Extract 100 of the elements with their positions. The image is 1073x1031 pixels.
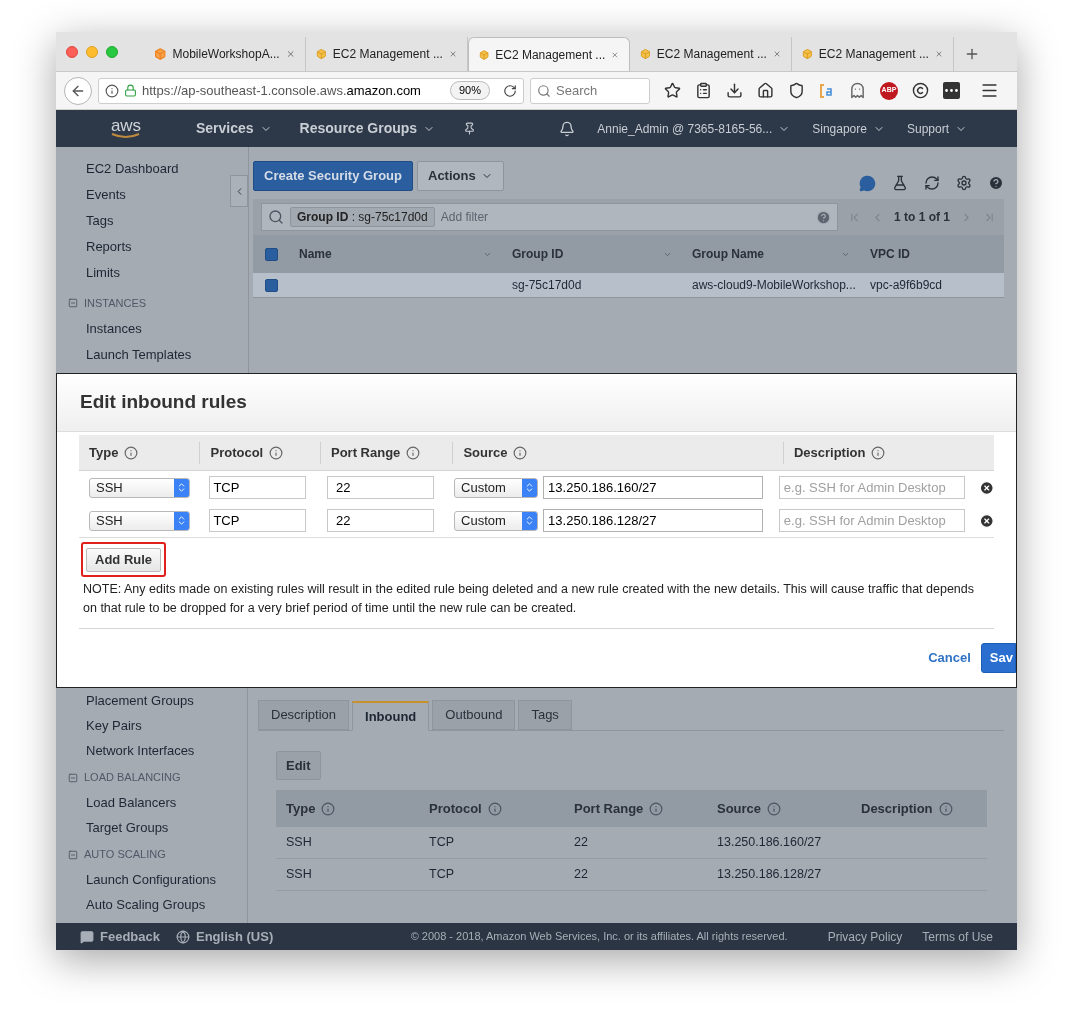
sidebar-link[interactable]: Auto Scaling Groups [86, 894, 206, 915]
close-tab-icon[interactable] [934, 48, 943, 60]
info-icon[interactable] [321, 801, 336, 816]
reload-icon[interactable] [503, 83, 517, 98]
feedback-link[interactable]: Feedback [100, 926, 160, 947]
sidebar-link[interactable]: Instances [86, 319, 142, 339]
c-circle-icon[interactable] [912, 82, 929, 99]
footer-link[interactable]: Privacy Policy [827, 927, 903, 946]
details-tab[interactable]: Description [258, 700, 350, 730]
sidebar-link[interactable]: Limits [86, 263, 120, 283]
flask-icon[interactable] [892, 175, 908, 191]
search-field[interactable]: Search [530, 77, 650, 104]
actions-button[interactable]: Actions [417, 161, 504, 191]
settings-icon[interactable] [956, 175, 972, 191]
browser-tab[interactable]: MobileWorkshopA... [144, 37, 306, 71]
reading-list-icon[interactable] [695, 82, 712, 99]
menu-icon[interactable] [980, 81, 999, 100]
info-icon[interactable] [871, 445, 886, 460]
save-button[interactable]: Sav [980, 642, 1016, 673]
aws-logo[interactable]: aws [110, 118, 142, 139]
collapse-icon[interactable] [68, 849, 78, 860]
sidebar-link[interactable]: EC2 Dashboard [86, 159, 179, 179]
table-row[interactable]: sg-75c17d0d aws-cloud9-MobileWorkshop... vpc-a9f6b9cd [253, 273, 1004, 298]
add-rule-button[interactable]: Add Rule [86, 547, 162, 572]
sidebar-link[interactable]: Key Pairs [86, 715, 142, 736]
info-icon[interactable] [513, 445, 528, 460]
new-tab-icon[interactable] [964, 46, 980, 62]
chat-icon[interactable] [859, 174, 876, 192]
details-tab[interactable]: Tags [518, 700, 572, 730]
footer-link[interactable]: Terms of Use [922, 927, 993, 946]
help-icon[interactable] [988, 175, 1004, 191]
zoom-level[interactable]: 90% [449, 81, 490, 100]
home-icon[interactable] [757, 82, 774, 99]
sidebar-link[interactable]: Launch Templates [86, 345, 192, 365]
close-tab-icon[interactable] [772, 48, 781, 60]
checkbox[interactable] [264, 247, 278, 261]
port-range-field[interactable]: 22 [326, 476, 434, 499]
details-tab[interactable]: Outbound [432, 700, 516, 730]
sidebar-link[interactable]: Tags [86, 211, 114, 231]
sidebar-link[interactable]: Network Interfaces [86, 740, 195, 761]
info-icon[interactable] [767, 801, 782, 816]
filter-tag[interactable]: Group ID : sg-75c17d0d [290, 207, 435, 227]
bracket-icon[interactable] [819, 82, 835, 99]
source-select[interactable]: Custom [454, 510, 539, 531]
download-icon[interactable] [726, 82, 743, 99]
close-tab-icon[interactable] [285, 48, 295, 60]
minimize-window-icon[interactable] [86, 46, 98, 58]
port-range-field[interactable]: 22 [326, 509, 434, 532]
sidebar-link[interactable]: Events [86, 185, 126, 205]
nav-menu[interactable]: Resource Groups [299, 118, 436, 139]
ghost-icon[interactable] [849, 82, 866, 99]
details-tab[interactable]: Inbound [352, 701, 430, 731]
checkbox[interactable] [264, 278, 278, 292]
browser-tab[interactable]: EC2 Management ... [630, 37, 792, 71]
source-field[interactable]: 13.250.186.160/27 [543, 476, 764, 499]
back-button[interactable] [64, 76, 92, 105]
edit-button[interactable]: Edit [276, 751, 321, 780]
close-tab-icon[interactable] [448, 48, 457, 60]
maximize-window-icon[interactable] [106, 46, 118, 58]
info-icon[interactable] [124, 445, 139, 460]
region-menu[interactable]: Singapore [812, 119, 885, 138]
column-header[interactable]: Group Name [682, 245, 860, 263]
sidebar-link[interactable]: Launch Configurations [86, 869, 217, 890]
column-header[interactable]: VPC ID [860, 245, 1004, 263]
help-icon[interactable] [816, 209, 831, 225]
bookmark-star-icon[interactable] [664, 82, 681, 99]
column-header[interactable]: Name [289, 245, 502, 263]
source-select[interactable]: Custom [454, 477, 539, 498]
create-security-group-button[interactable]: Create Security Group [253, 161, 413, 191]
type-select[interactable]: SSH [89, 510, 190, 531]
nav-menu[interactable]: Services [196, 118, 272, 139]
close-window-icon[interactable] [66, 46, 78, 58]
account-menu[interactable]: Annie_Admin @ 7365-8165-56... [597, 119, 791, 138]
collapse-icon[interactable] [68, 298, 78, 308]
sidebar-link[interactable]: Reports [86, 237, 132, 257]
refresh-icon[interactable] [924, 175, 940, 191]
info-icon[interactable] [269, 445, 284, 460]
sidebar-link[interactable]: Target Groups [86, 817, 169, 838]
info-icon[interactable] [406, 445, 421, 460]
collapse-icon[interactable] [68, 772, 78, 783]
browser-tab[interactable]: EC2 Management ... [468, 37, 630, 71]
sidebar-link[interactable]: Placement Groups [86, 690, 194, 711]
address-bar[interactable]: https://ap-southeast-1.console.aws.amazon.com 90% [98, 77, 524, 104]
pin-icon[interactable] [463, 122, 477, 135]
dots-icon[interactable] [943, 82, 960, 99]
column-header[interactable]: Group ID [502, 245, 682, 263]
browser-tab[interactable]: EC2 Management ... [792, 37, 954, 71]
filter-field[interactable]: Group ID : sg-75c17d0d Add filter [261, 203, 838, 231]
support-menu[interactable]: Support [906, 119, 967, 138]
language-link[interactable]: English (US) [196, 926, 274, 947]
info-icon[interactable] [649, 801, 664, 816]
source-field[interactable]: 13.250.186.128/27 [543, 509, 764, 532]
sidebar-link[interactable]: Load Balancers [86, 792, 177, 813]
type-select[interactable]: SSH [89, 477, 190, 498]
cancel-link[interactable]: Cancel [928, 648, 971, 668]
protocol-field[interactable]: TCP [209, 509, 307, 532]
protocol-field[interactable]: TCP [209, 476, 307, 499]
bell-icon[interactable] [559, 120, 576, 137]
pocket-icon[interactable] [788, 82, 805, 99]
info-icon[interactable] [487, 801, 502, 816]
